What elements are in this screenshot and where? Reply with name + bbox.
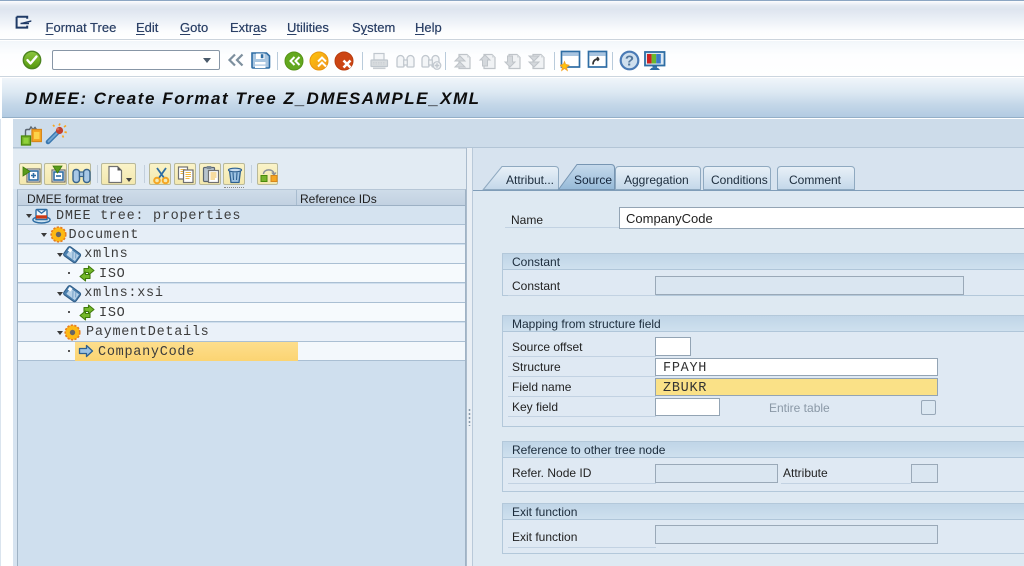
svg-text:Attribut...: Attribut... bbox=[506, 173, 554, 187]
svg-text:Conditions: Conditions bbox=[711, 173, 768, 187]
svg-text:Source: Source bbox=[574, 173, 612, 187]
svg-text:?: ? bbox=[625, 53, 634, 70]
svg-text:Aggregation: Aggregation bbox=[624, 173, 689, 187]
svg-text:Comment: Comment bbox=[789, 173, 842, 187]
